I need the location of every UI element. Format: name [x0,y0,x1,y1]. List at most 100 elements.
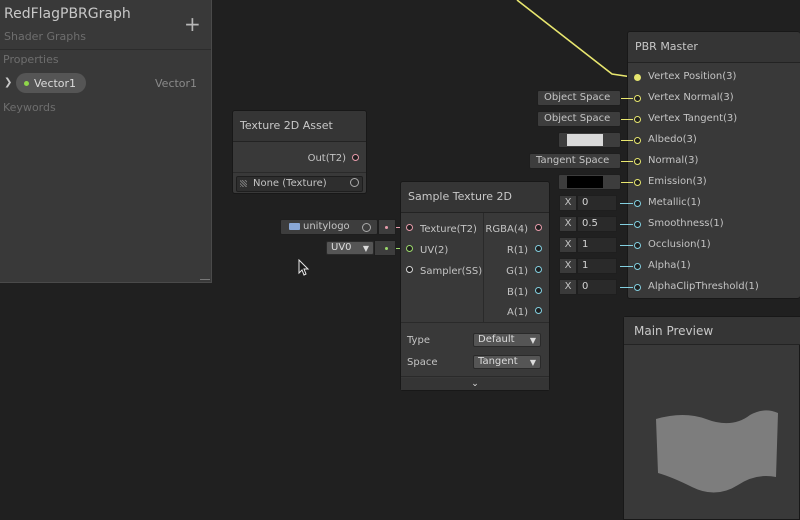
alpha-clip-x-label: X [559,279,577,295]
texture-2d-asset-node[interactable]: Texture 2D Asset Out(T2) None (Texture) [232,110,367,194]
metallic-value-field[interactable]: 0 [577,195,617,211]
alpha-value-field[interactable]: 1 [577,258,617,274]
albedo-slot-label: Albedo(3) [648,134,697,145]
space-dropdown[interactable]: Tangent ▼ [473,355,541,369]
vertex-tangent-space-field-value: Object Space [544,113,611,124]
albedo-input-wire [620,140,633,141]
property-dot-icon [24,81,29,86]
node-title: PBR Master [628,32,800,63]
space-value: Tangent [478,356,518,367]
sampler-slot-label: Sampler(SS) [420,266,483,277]
vertex-normal-space-field[interactable]: Object Space [537,90,621,106]
object-picker-icon[interactable] [362,223,371,232]
alpha-slot-label: Alpha(1) [648,260,691,271]
b-output-port[interactable] [535,287,542,294]
albedo-color-field[interactable] [558,132,621,148]
divider [0,49,211,50]
metallic-input-port[interactable] [634,200,641,207]
uv-input-dot [385,247,388,250]
emission-color-field-swatch [567,176,603,188]
a-slot-label: A(1) [506,307,528,318]
r-output-port[interactable] [535,245,542,252]
divider [483,213,484,322]
divider [401,376,549,377]
smoothness-slot-label: Smoothness(1) [648,218,724,229]
texture-object-field[interactable]: None (Texture) [236,176,363,192]
g-slot-label: G(1) [506,266,528,277]
occlusion-x-label: X [559,237,577,253]
vertex-tangent-slot-label: Vertex Tangent(3) [648,113,738,124]
vertex-normal-input-wire [620,98,633,99]
r-slot-label: R(1) [506,245,528,256]
occlusion-input-port[interactable] [634,242,641,249]
out-port[interactable] [352,154,359,161]
graph-title: RedFlagPBRGraph [4,6,131,22]
chevron-right-icon[interactable]: ❯ [4,77,12,88]
property-name[interactable]: Vector1 [34,77,76,90]
vertex-position-input-port[interactable] [634,74,641,81]
occlusion-value-field[interactable]: 1 [577,237,617,253]
rgba-output-port[interactable] [535,224,542,231]
smoothness-input-wire [620,224,633,225]
g-output-port[interactable] [535,266,542,273]
sample-texture-2d-node[interactable]: Sample Texture 2D Texture(T2) UV(2) Samp… [400,181,550,391]
blackboard-panel: RedFlagPBRGraph Shader Graphs + Properti… [0,0,212,283]
a-output-port[interactable] [535,307,542,314]
vertex-normal-input-port[interactable] [634,95,641,102]
metallic-slot-label: Metallic(1) [648,197,701,208]
graph-subtitle: Shader Graphs [4,30,86,43]
plus-icon[interactable]: + [184,14,201,34]
resize-handle[interactable] [200,276,210,280]
uv-slot-label: UV(2) [420,245,449,256]
uv-dropdown[interactable]: UV0 ▼ [326,241,374,255]
alpha-clip-value-field[interactable]: 0 [577,279,617,295]
vertex-tangent-input-port[interactable] [634,116,641,123]
preview-title: Main Preview [624,317,800,345]
dropdown-arrow-icon: ▼ [362,244,369,253]
type-dropdown[interactable]: Default ▼ [473,333,541,347]
divider [233,172,366,173]
type-value: Default [478,334,515,345]
rgba-slot-label: RGBA(4) [485,224,528,235]
alpha-clip-threshold-input-wire [620,287,633,288]
smoothness-input-port[interactable] [634,221,641,228]
texture-input-port[interactable] [406,224,413,231]
alpha-x-label: X [559,258,577,274]
alpha-input-wire [620,266,633,267]
properties-label: Properties [3,53,59,66]
divider [401,322,549,323]
normal-input-port[interactable] [634,158,641,165]
keywords-label: Keywords [3,101,56,114]
vertex-normal-space-field-value: Object Space [544,92,611,103]
sampler-input-port[interactable] [406,266,413,273]
space-label: Space [407,357,438,368]
alpha-clip-threshold-input-port[interactable] [634,284,641,291]
node-title: Texture 2D Asset [233,111,366,142]
collapse-chevron-icon[interactable]: ⌄ [401,378,549,390]
type-label: Type [407,335,430,346]
texture-input-dot [385,226,388,229]
normal-space-field[interactable]: Tangent Space [529,153,621,169]
albedo-color-field-swatch [567,134,603,146]
emission-color-field[interactable] [558,174,621,190]
uv-input-port[interactable] [406,245,413,252]
preview-flag-mesh[interactable] [654,407,784,507]
object-picker-icon[interactable] [350,178,359,187]
vertex-tangent-input-wire [620,119,633,120]
unity-logo-icon [289,223,300,230]
albedo-input-port[interactable] [634,137,641,144]
vertex-tangent-space-field[interactable]: Object Space [537,111,621,127]
vertex-normal-slot-label: Vertex Normal(3) [648,92,734,103]
node-title: Sample Texture 2D [401,182,549,213]
smoothness-value-field[interactable]: 0.5 [577,216,617,232]
smoothness-x-label: X [559,216,577,232]
normal-space-field-value: Tangent Space [536,155,610,166]
metallic-input-wire [620,203,633,204]
main-preview-panel: Main Preview [623,316,800,520]
texture-slot-label: Texture(T2) [420,224,477,235]
dropdown-arrow-icon: ▼ [529,358,536,367]
alpha-clip-threshold-slot-label: AlphaClipThreshold(1) [648,281,759,292]
alpha-input-port[interactable] [634,263,641,270]
emission-input-port[interactable] [634,179,641,186]
texture-value: None (Texture) [253,178,327,189]
